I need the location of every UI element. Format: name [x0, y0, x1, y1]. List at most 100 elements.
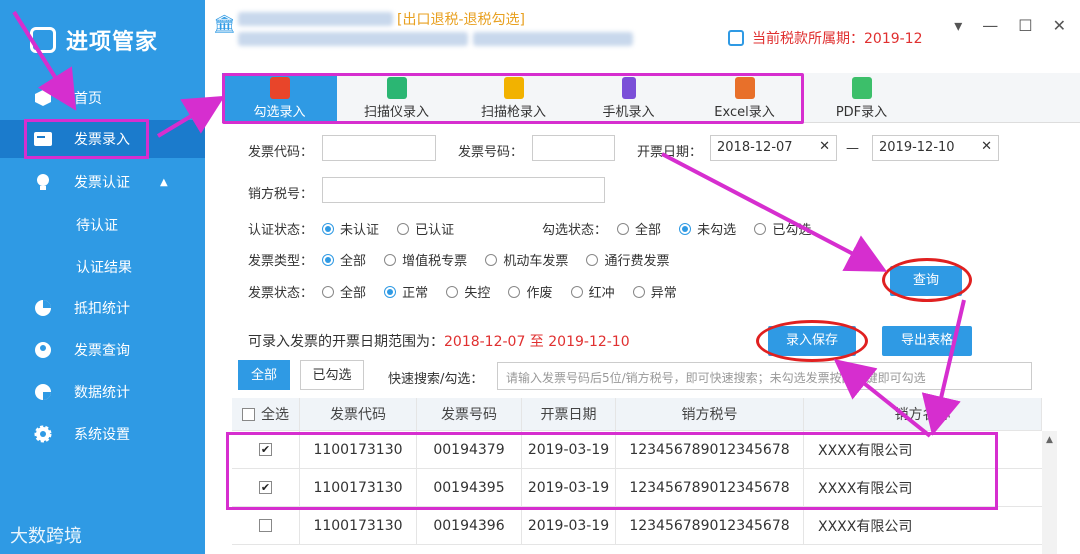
sidebar-item-home[interactable]: 首页 [0, 79, 205, 117]
sidebar-item-data-stats[interactable]: 数据统计 [0, 373, 205, 411]
date-range-info: 可录入发票的开票日期范围为：2018-12-07 至 2019-12-10 [248, 334, 630, 350]
select-all-checkbox[interactable] [242, 407, 255, 421]
table-scrollbar[interactable]: ▲ [1042, 431, 1057, 554]
radio-state-all[interactable]: 全部 [322, 282, 366, 301]
header-code[interactable]: 发票代码 [300, 398, 417, 430]
radio-type-toll[interactable]: 通行费发票 [586, 250, 669, 269]
close-icon[interactable]: ✕ [1053, 16, 1066, 35]
bank-icon: 🏛 [213, 14, 236, 35]
radio-type-vat[interactable]: 增值税专票 [384, 250, 467, 269]
cell-number: 00194396 [417, 507, 522, 544]
top-bar: 🏛 [205, 0, 1080, 62]
highlight-outline-rows [226, 432, 998, 510]
cell-tax: 123456789012345678 [616, 507, 804, 544]
header-number[interactable]: 发票号码 [417, 398, 522, 430]
invoice-code-input[interactable] [322, 135, 436, 161]
radio-state-normal[interactable]: 正常 [384, 282, 428, 301]
date-to-input[interactable]: 2019-12-10 ✕ [872, 135, 999, 161]
radio-unchecked[interactable]: 未勾选 [679, 219, 736, 238]
sidebar-item-label: 待认证 [76, 218, 118, 234]
logo-icon [30, 27, 56, 53]
cell-name: XXXX有限公司 [818, 518, 913, 535]
subtab-checked[interactable]: 已勾选 [300, 360, 364, 390]
radio-check-all[interactable]: 全部 [617, 219, 661, 238]
cell-date: 2019-03-19 [522, 507, 616, 544]
sidebar: 进项管家 首页 发票录入 发票认证 ▲ 待认证 认证结果 抵扣统计 发票查询 数… [0, 0, 205, 554]
radio-state-lost[interactable]: 失控 [446, 282, 490, 301]
radio-checked[interactable]: 已勾选 [754, 219, 811, 238]
seller-tax-input[interactable] [322, 177, 605, 203]
table-header: 全选 发票代码 发票号码 开票日期 销方税号 销方名称 [232, 398, 1042, 431]
tax-period: 当前税款所属期：2019-12 [728, 28, 923, 48]
arrow-to-query [661, 152, 888, 272]
window-controls: ▾ — ☐ ✕ [954, 16, 1066, 35]
radio-unauthenticated[interactable]: 未认证 [322, 219, 379, 238]
clear-icon[interactable]: ✕ [981, 139, 992, 154]
date-from-input[interactable]: 2018-12-07 ✕ [710, 135, 837, 161]
sidebar-item-invoice-auth[interactable]: 发票认证 ▲ [0, 163, 205, 201]
watermark-logo: 大数跨境 [10, 526, 82, 547]
header-date[interactable]: 开票日期 [522, 398, 616, 430]
company-tag: [出口退税-退税勾选] [397, 12, 525, 28]
auth-status-label: 认证状态： [248, 223, 314, 238]
sidebar-item-label: 数据统计 [74, 385, 130, 401]
sidebar-item-label: 系统设置 [74, 427, 130, 443]
invoice-state-group: 全部 正常 失控 作废 红冲 异常 [322, 282, 691, 302]
sidebar-item-label: 发票认证 [74, 175, 130, 191]
seller-tax-label: 销方税号： [248, 187, 314, 202]
invoice-no-input[interactable] [532, 135, 615, 161]
sidebar-item-pending-auth[interactable]: 待认证 [0, 206, 205, 244]
subtab-all[interactable]: 全部 [238, 360, 290, 390]
date-separator: — [846, 141, 859, 156]
gear-icon [34, 425, 52, 443]
sidebar-item-invoice-query[interactable]: 发票查询 [0, 331, 205, 369]
clear-icon[interactable]: ✕ [819, 139, 830, 154]
header-name[interactable]: 销方名称 [804, 398, 1042, 430]
highlight-circle-save [756, 320, 868, 362]
row-checkbox[interactable] [259, 519, 272, 532]
highlight-circle-query [882, 258, 972, 302]
dropdown-icon[interactable]: ▾ [954, 16, 962, 35]
quick-search-input[interactable]: 请输入发票号码后5位/销方税号，即可快速搜索；未勾选发票按回车键即可勾选 [497, 362, 1032, 390]
radio-state-void[interactable]: 作废 [508, 282, 552, 301]
sidebar-item-label: 发票查询 [74, 343, 130, 359]
table-row[interactable]: 1100173130 00194396 2019-03-19 123456789012… [232, 507, 1042, 545]
radio-type-all[interactable]: 全部 [322, 250, 366, 269]
scroll-up-icon[interactable]: ▲ [1042, 435, 1057, 445]
sidebar-item-auth-result[interactable]: 认证结果 [0, 248, 205, 286]
quick-search-label: 快速搜索/勾选： [388, 372, 484, 387]
invoice-type-label: 发票类型： [248, 254, 314, 269]
calendar-icon [728, 30, 744, 46]
minimize-icon[interactable]: — [982, 16, 998, 35]
invoice-no-label: 发票号码： [458, 145, 524, 160]
invoice-type-group: 全部 增值税专票 机动车发票 通行费发票 [322, 250, 683, 270]
invoice-code-label: 发票代码： [248, 145, 314, 160]
sidebar-item-settings[interactable]: 系统设置 [0, 415, 205, 453]
pie-icon [34, 299, 52, 317]
check-status-group: 全部 未勾选 已勾选 [617, 219, 825, 239]
header-tax[interactable]: 销方税号 [616, 398, 804, 430]
radio-state-abnormal[interactable]: 异常 [632, 282, 677, 301]
app-title: 进项管家 [66, 30, 159, 55]
caret-up-icon: ▲ [160, 176, 168, 188]
select-all-header[interactable]: 全选 [232, 398, 300, 430]
company-taxid-blurred [238, 32, 468, 46]
tab-pdf-entry[interactable]: PDF录入 [804, 73, 919, 123]
radio-type-vehicle[interactable]: 机动车发票 [485, 250, 568, 269]
date-label: 开票日期： [637, 145, 703, 160]
user-icon [34, 341, 52, 359]
user-info-blurred [473, 32, 633, 46]
bulb-icon [34, 173, 52, 191]
maximize-icon[interactable]: ☐ [1018, 16, 1032, 35]
auth-status-group: 未认证 已认证 [322, 219, 468, 239]
highlight-outline-nav [24, 119, 149, 159]
chart-icon [34, 383, 52, 401]
sidebar-item-deduction-stats[interactable]: 抵扣统计 [0, 289, 205, 327]
radio-authenticated[interactable]: 已认证 [397, 219, 454, 238]
highlight-outline-tabs [222, 73, 804, 124]
radio-state-red[interactable]: 红冲 [570, 282, 615, 301]
sidebar-item-label: 认证结果 [76, 260, 132, 276]
export-table-button[interactable]: 导出表格 [882, 326, 972, 356]
company-name-blurred [238, 12, 393, 26]
sidebar-item-label: 首页 [74, 91, 102, 107]
